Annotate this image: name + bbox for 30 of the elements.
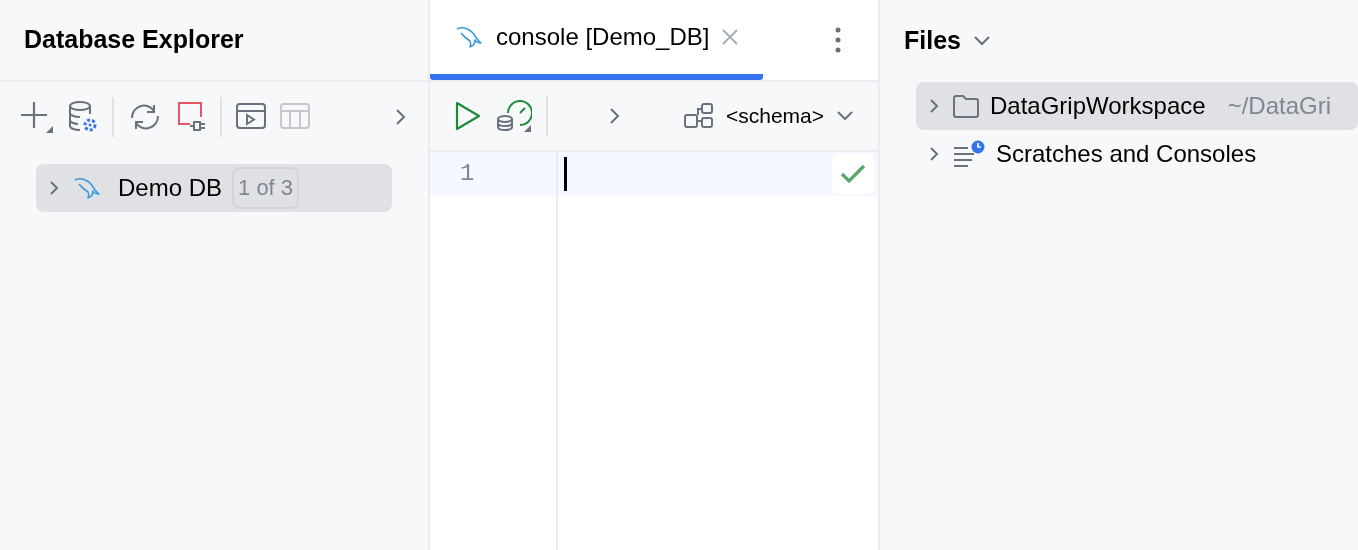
table-icon: [280, 103, 310, 131]
panel-title-dropdown[interactable]: Files: [904, 22, 991, 60]
schema-selector[interactable]: <schema>: [683, 100, 854, 132]
chevron-down-icon: [973, 35, 991, 47]
line-number: 1: [430, 152, 556, 196]
dolphin-icon: [454, 25, 484, 49]
path-label: ~/DataGri: [1227, 91, 1331, 121]
panel-title: Database Explorer: [24, 24, 244, 56]
tree-item[interactable]: DataGripWorkspace ~/DataGri: [916, 82, 1358, 130]
chevron-down-icon: [836, 110, 854, 122]
schema-icon: [683, 103, 714, 129]
check-icon: [840, 164, 866, 184]
add-icon[interactable]: [20, 100, 54, 134]
database-settings-icon[interactable]: [68, 100, 98, 134]
dolphin-icon: [72, 176, 102, 200]
database-speed-icon[interactable]: [496, 99, 532, 133]
tree-item[interactable]: Demo DB 1 of 3: [36, 164, 392, 212]
tree-item[interactable]: Scratches and Consoles: [916, 130, 1358, 178]
refresh-icon[interactable]: [128, 102, 162, 132]
disconnect-icon[interactable]: [176, 100, 206, 134]
tree-item-label: Scratches and Consoles: [996, 139, 1257, 169]
text-cursor: [564, 157, 567, 191]
more-icon[interactable]: [834, 26, 842, 54]
scratches-icon: [952, 140, 986, 168]
folder-icon: [952, 94, 980, 118]
run-icon[interactable]: [454, 100, 482, 132]
console-icon[interactable]: [236, 103, 266, 131]
tree-item-label: DataGripWorkspace: [990, 91, 1206, 121]
tree-item-label: Demo DB: [118, 173, 223, 203]
count-badge: 1 of 3: [232, 167, 300, 209]
